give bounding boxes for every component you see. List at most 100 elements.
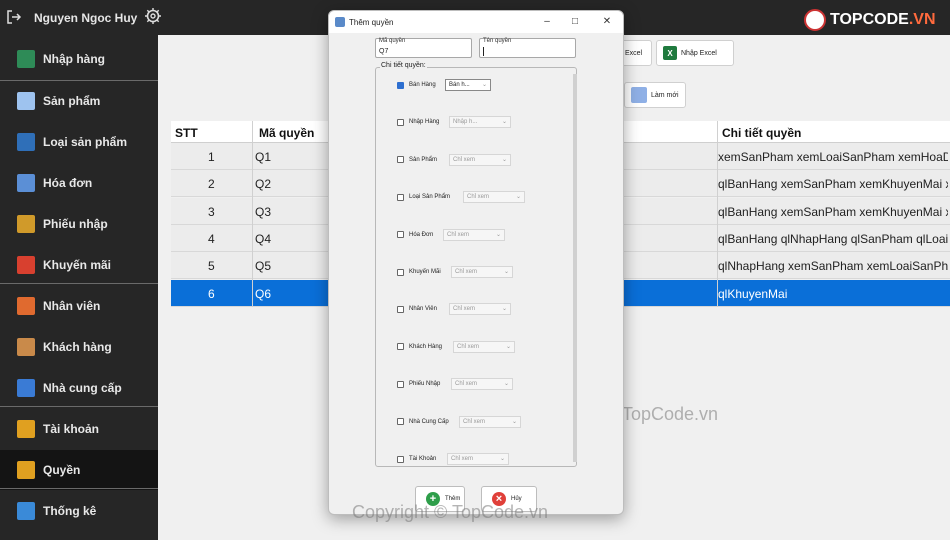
sidebar-item-6[interactable]: Nhân viên — [0, 286, 158, 326]
col-chi-tiet-quyen[interactable]: Chi tiết quyền — [722, 126, 801, 140]
permission-level-select[interactable]: Nhập h... ⌄ — [449, 116, 511, 129]
permission-code-field[interactable]: Mã quyền Q7 — [375, 38, 472, 58]
permission-details-label: Chi tiết quyền: — [380, 62, 427, 69]
table-cell: qlBanHang xemSanPham xemKhuyenMai xem... — [718, 177, 948, 192]
refresh-label: Làm mới — [651, 91, 679, 99]
table-cell: 2 — [208, 177, 215, 192]
sidebar-item-label: Hóa đơn — [43, 176, 93, 190]
permission-level-select[interactable]: Chỉ xem ⌄ — [451, 378, 513, 391]
refresh-icon — [631, 87, 647, 103]
app-icon — [335, 17, 345, 27]
table-cell: 6 — [208, 286, 215, 301]
permission-level-select[interactable]: Chỉ xem ⌄ — [447, 453, 509, 465]
sidebar-item-label: Khách hàng — [43, 340, 112, 354]
permission-level-select[interactable]: Chỉ xem ⌄ — [459, 415, 521, 428]
permission-checkbox[interactable] — [397, 305, 404, 313]
chart-icon — [17, 502, 35, 520]
permission-row: Khuyến Mãi — [397, 266, 441, 278]
employee-icon — [17, 297, 35, 315]
sidebar-item-8[interactable]: Nhà cung cấp — [0, 368, 158, 408]
permission-checkbox[interactable] — [397, 418, 404, 426]
gear-icon[interactable] — [144, 7, 162, 25]
permission-checkbox[interactable] — [397, 156, 404, 164]
permission-level-value: Chỉ xem — [451, 456, 474, 462]
sidebar-item-label: Sản phẩm — [43, 94, 101, 108]
sidebar-item-0[interactable]: Nhập hàng — [0, 39, 158, 79]
sidebar-item-2[interactable]: Loại sản phẩm — [0, 122, 158, 162]
permission-level-select[interactable]: Chỉ xem ⌄ — [453, 340, 515, 353]
permission-checkbox[interactable] — [397, 455, 404, 463]
sidebar-item-label: Nhà cung cấp — [43, 381, 122, 395]
sidebar-item-label: Khuyến mãi — [43, 258, 112, 272]
sidebar-item-7[interactable]: Khách hàng — [0, 327, 158, 367]
chevron-down-icon: ⌄ — [503, 381, 509, 388]
chevron-down-icon: ⌄ — [515, 194, 521, 201]
sidebar-item-3[interactable]: Hóa đơn — [0, 163, 158, 203]
permission-name-field[interactable]: Tên quyền — [479, 38, 576, 58]
import-excel-button[interactable]: X Nhập Excel — [656, 40, 734, 66]
minimize-icon[interactable]: – — [537, 14, 557, 30]
permission-row: Nhà Cung Cấp — [397, 416, 449, 428]
permission-code-value: Q7 — [379, 48, 389, 55]
close-icon[interactable]: ✕ — [597, 14, 617, 30]
permission-checkbox[interactable] — [397, 268, 404, 276]
permission-level-select[interactable]: Chỉ xem ⌄ — [451, 266, 513, 278]
sidebar-item-label: Loại sản phẩm — [43, 135, 128, 149]
permission-level-value: Chỉ xem — [463, 418, 486, 425]
sidebar-item-5[interactable]: Khuyến mãi — [0, 245, 158, 285]
logo-suffix: .VN — [908, 11, 936, 28]
table-cell: qlBanHang xemSanPham xemKhuyenMai xem... — [718, 204, 948, 219]
permission-level-select[interactable]: Chỉ xem ⌄ — [449, 153, 511, 166]
logout-icon[interactable] — [6, 9, 22, 25]
table-cell: Q4 — [255, 231, 272, 246]
import-icon — [17, 50, 35, 68]
excel-icon: X — [663, 46, 677, 60]
permission-row: Loại Sản Phẩm — [397, 191, 450, 203]
shield-icon — [17, 461, 35, 479]
sidebar-item-9[interactable]: Tài khoản — [0, 409, 158, 449]
permission-level-select[interactable]: Chỉ xem ⌄ — [443, 228, 505, 241]
logo-text: TOPCODE — [830, 11, 909, 28]
gift-icon — [17, 256, 35, 274]
permission-level-value: Chỉ xem — [457, 343, 480, 350]
col-stt[interactable]: STT — [175, 126, 198, 140]
supplier-icon — [17, 379, 35, 397]
sidebar-item-label: Quyền — [43, 463, 81, 477]
sidebar-item-11[interactable]: Thống kê — [0, 491, 158, 531]
maximize-icon[interactable]: □ — [565, 14, 585, 30]
table-cell: qlBanHang qlNhapHang qlSanPham qlLoaiSa.… — [718, 231, 948, 246]
permission-level-select[interactable]: Bán h... ⌄ — [445, 79, 491, 91]
sidebar-item-1[interactable]: Sản phẩm — [0, 81, 158, 121]
permission-level-value: Chỉ xem — [467, 194, 490, 201]
table-cell: 3 — [208, 204, 215, 219]
refresh-button[interactable]: Làm mới — [624, 82, 686, 108]
permission-checkbox[interactable] — [397, 231, 404, 239]
permission-label: Nhân Viên — [409, 306, 437, 313]
permission-level-select[interactable]: Chỉ xem ⌄ — [449, 303, 511, 316]
permission-code-label: Mã quyền — [379, 38, 406, 44]
chevron-down-icon: ⌄ — [505, 343, 511, 350]
col-ma-quyen[interactable]: Mã quyền — [259, 126, 314, 140]
permission-checkbox[interactable] — [397, 193, 404, 201]
permission-checkbox[interactable] — [397, 343, 404, 351]
table-cell: xemSanPham xemLoaiSanPham xemHoaDon ... — [718, 150, 948, 164]
table-cell: Q2 — [255, 177, 272, 192]
permission-row: Hóa Đơn — [397, 229, 433, 241]
group-scrollbar[interactable] — [573, 74, 577, 462]
table-cell: Q6 — [255, 286, 272, 301]
chevron-down-icon: ⌄ — [503, 269, 509, 275]
permission-checkbox[interactable] — [397, 380, 404, 388]
export-excel-label: Excel — [625, 49, 643, 57]
permission-level-select[interactable]: Chỉ xem ⌄ — [463, 191, 525, 204]
permission-level-value: Chỉ xem — [453, 156, 476, 163]
sidebar-item-4[interactable]: Phiếu nhập — [0, 204, 158, 244]
permission-row: Khách Hàng — [397, 341, 442, 353]
sidebar-divider — [0, 80, 158, 81]
permission-checkbox[interactable] — [397, 81, 404, 89]
sidebar-item-label: Thống kê — [43, 504, 97, 518]
sidebar-item-10[interactable]: Quyền — [0, 450, 158, 490]
col-divider — [717, 121, 718, 307]
logo-badge-icon — [804, 9, 826, 31]
permission-checkbox[interactable] — [397, 118, 404, 126]
add-permission-dialog: Thêm quyền – □ ✕ Mã quyền Q7 Tên quyền C… — [328, 10, 624, 515]
